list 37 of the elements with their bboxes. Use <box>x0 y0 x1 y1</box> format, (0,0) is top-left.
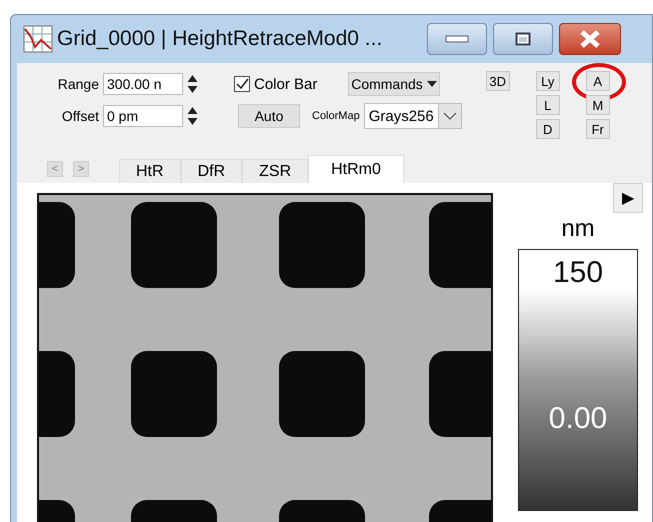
scale-min-label: 0.00 <box>548 402 608 436</box>
close-button[interactable] <box>559 23 621 55</box>
colormap-label: ColorMap <box>312 110 360 122</box>
chevron-down-icon <box>442 112 457 120</box>
tab[interactable]: ZSR <box>242 159 308 183</box>
scale-max-label: 150 <box>552 256 604 290</box>
range-label: Range <box>56 76 99 92</box>
tab[interactable]: HtRm0 <box>308 155 404 183</box>
colormap-dropdown[interactable]: Grays256 <box>364 103 462 129</box>
minimize-button[interactable] <box>427 23 487 55</box>
color-bar-checkbox[interactable]: Color Bar <box>234 76 344 92</box>
maximize-icon <box>515 32 531 46</box>
caret-icon <box>426 81 437 87</box>
unit-label: nm <box>561 215 595 243</box>
minimize-icon <box>445 35 469 43</box>
maximize-button[interactable] <box>493 23 553 55</box>
commands-button[interactable]: Commands <box>348 72 440 96</box>
toolbar-button[interactable]: 3D <box>486 71 510 91</box>
toolbar-button[interactable]: L <box>536 95 560 115</box>
toolbar-button[interactable]: Ly <box>536 71 560 91</box>
checkmark-icon <box>235 77 249 91</box>
window-title: Grid_0000 | HeightRetraceMod0 ... <box>57 27 384 51</box>
spinner-icon[interactable] <box>187 106 198 126</box>
range-field[interactable]: 300.00 n <box>103 73 183 95</box>
spinner-icon[interactable] <box>187 74 198 94</box>
tab[interactable]: HtR <box>119 159 181 183</box>
expand-button[interactable]: ▶ <box>613 183 643 213</box>
toolbar-button[interactable]: M <box>586 95 610 115</box>
offset-label: Offset <box>60 108 99 124</box>
toolbar-button[interactable]: D <box>536 119 560 139</box>
auto-button[interactable]: Auto <box>238 104 300 128</box>
chart-icon <box>23 25 53 53</box>
close-icon <box>579 29 601 49</box>
tab[interactable]: DfR <box>180 159 242 183</box>
toolbar-button[interactable]: Fr <box>586 119 610 139</box>
offset-field[interactable]: 0 pm <box>103 105 183 127</box>
toolbar-button[interactable]: A <box>586 71 610 91</box>
